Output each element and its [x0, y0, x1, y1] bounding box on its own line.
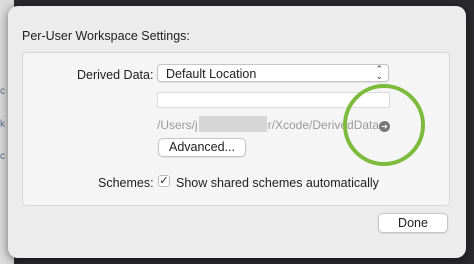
highlight-circle: [343, 84, 425, 166]
show-shared-schemes-checkbox[interactable]: ✓: [158, 175, 170, 187]
done-button[interactable]: Done: [378, 213, 448, 233]
background-text-fragment: c: [0, 151, 5, 162]
derived-data-selected-value: Default Location: [166, 67, 257, 81]
derived-data-label: Derived Data:: [77, 68, 154, 82]
derived-data-location-popup[interactable]: Default Location ⌃ ⌄: [157, 64, 389, 82]
background-text-fragment: c: [0, 86, 5, 97]
up-down-chevron-icon: ⌃ ⌄: [375, 64, 383, 81]
background-text-fragment: k: [0, 119, 5, 130]
derived-data-path-prefix: /Users/j: [157, 118, 198, 132]
redacted-username: [199, 116, 267, 132]
dialog-title: Per-User Workspace Settings:: [22, 29, 190, 43]
advanced-button[interactable]: Advanced...: [158, 138, 246, 157]
schemes-label: Schemes:: [98, 176, 154, 190]
show-shared-schemes-label: Show shared schemes automatically: [176, 176, 379, 190]
